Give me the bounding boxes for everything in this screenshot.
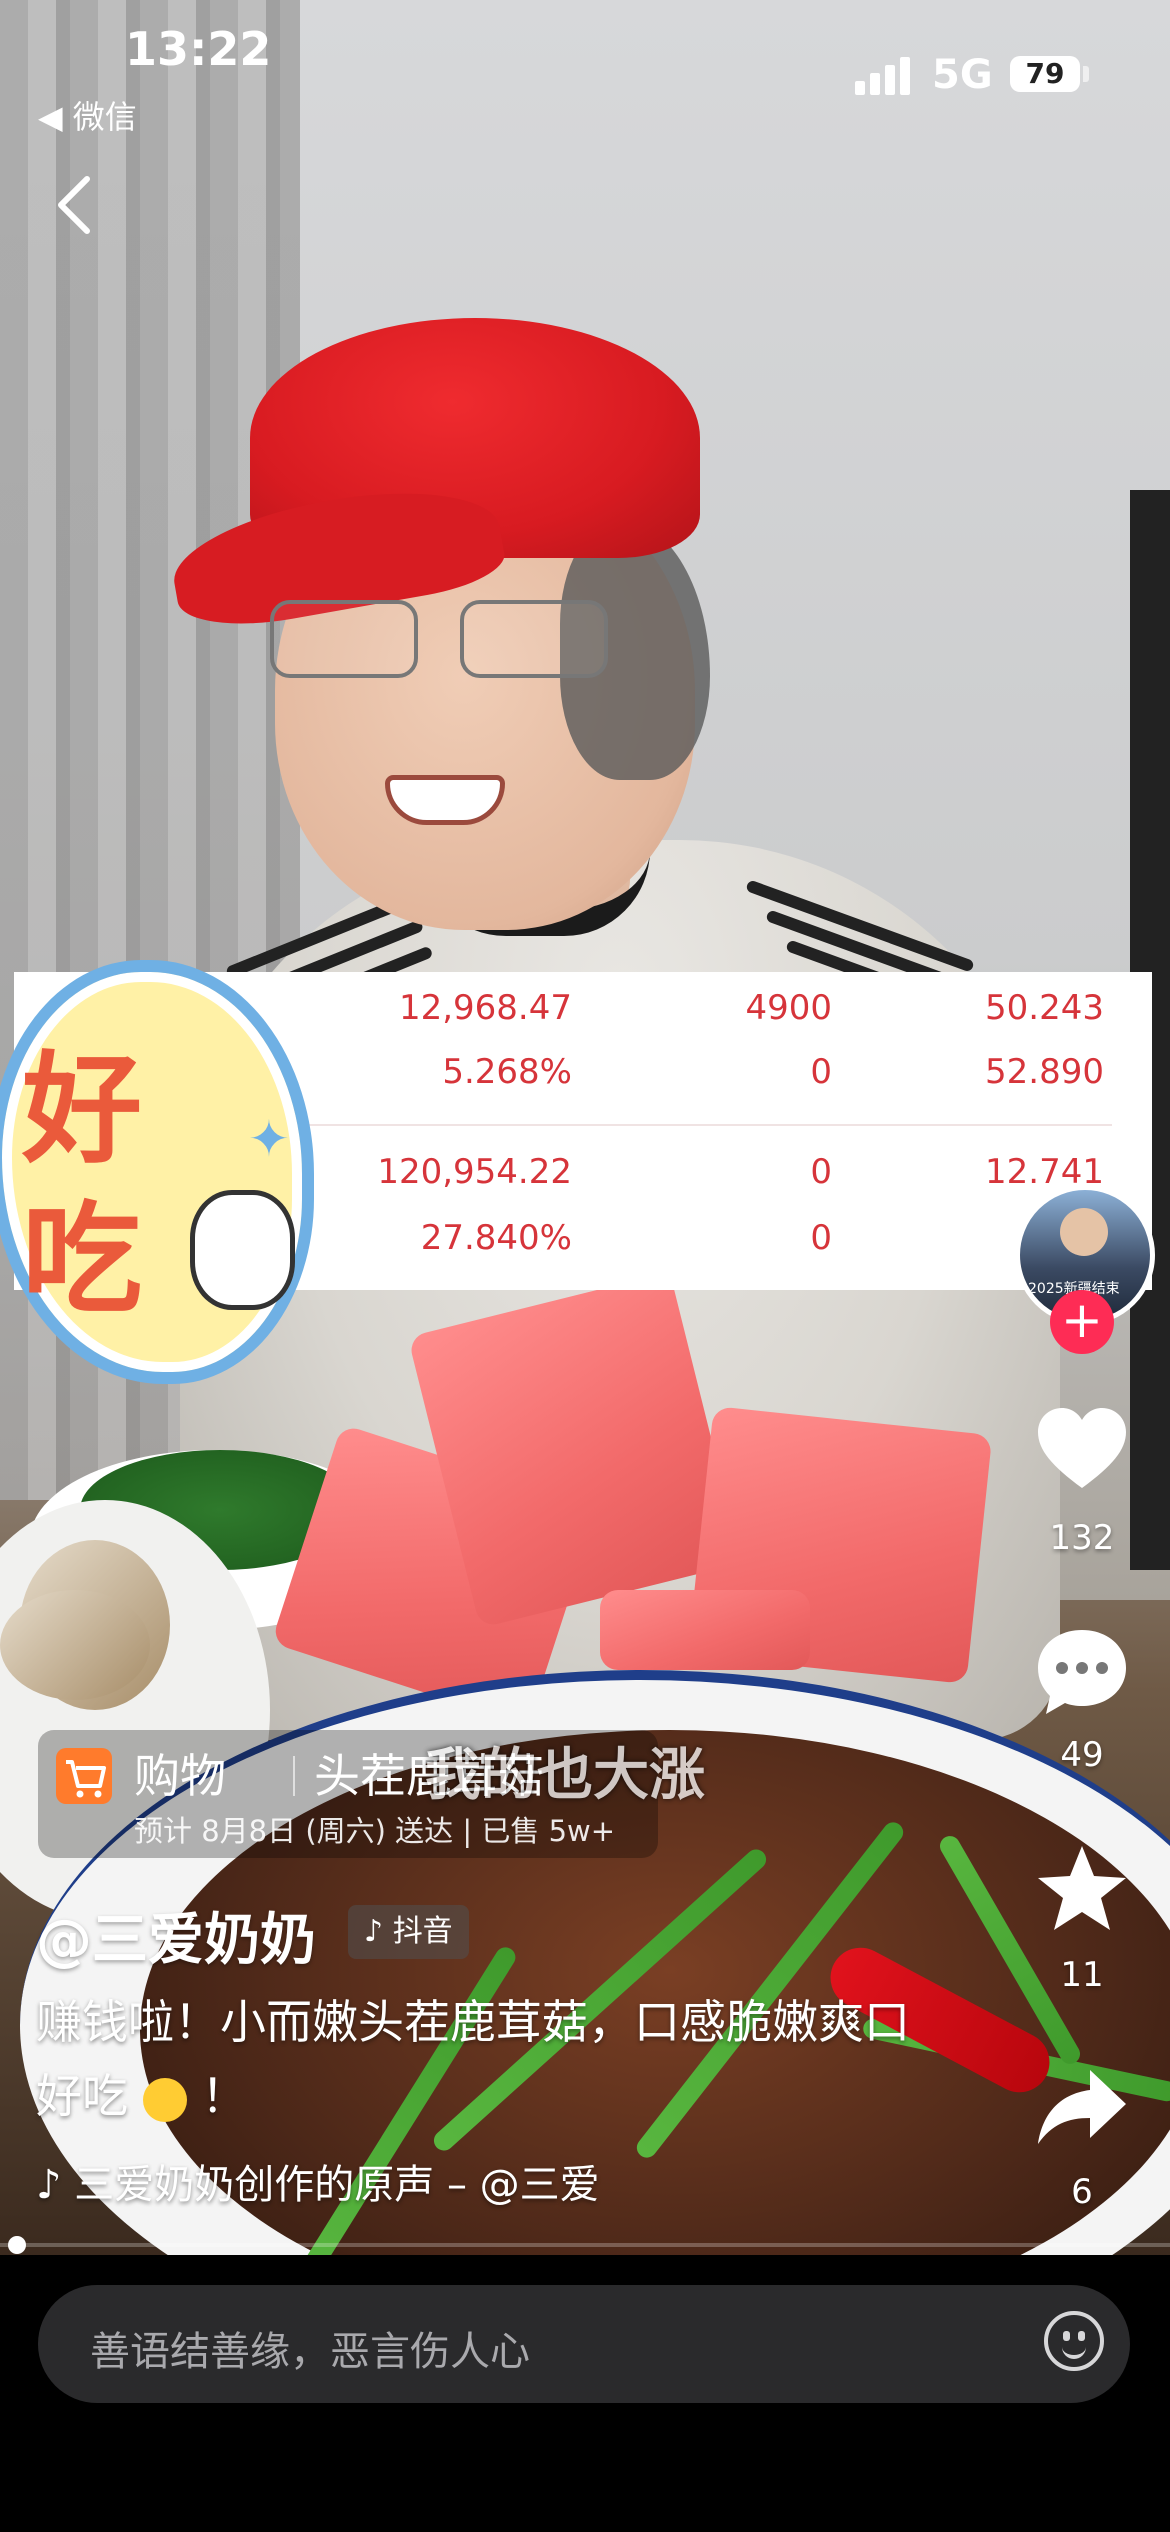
platform-badge-label: 抖音	[392, 1914, 453, 1949]
glasses-lens-right	[460, 600, 608, 678]
battery-tip	[1083, 66, 1089, 82]
emoji-picker-icon[interactable]	[1044, 2311, 1104, 2371]
data-value: 0	[810, 1152, 832, 1192]
smile	[385, 775, 505, 825]
data-value: 27.840%	[420, 1218, 572, 1258]
music-credit[interactable]: ♪ 三爱奶奶创作的原声 – @三爱	[36, 2152, 600, 2210]
platform-badge: ♪ 抖音	[348, 1905, 469, 1959]
glasses	[270, 600, 630, 680]
video-progress-bar[interactable]	[0, 2243, 1170, 2247]
heart-icon[interactable]	[1032, 1400, 1132, 1500]
comment-input[interactable]: 善语结善缘，恶言伤人心	[38, 2285, 1130, 2403]
share-count: 6	[1071, 2172, 1093, 2212]
glasses-lens-left	[270, 600, 418, 678]
sticker-delicious: 好 吃	[0, 960, 314, 1384]
data-divider	[244, 1124, 1112, 1126]
comment-count: 49	[1060, 1735, 1104, 1775]
shopping-divider	[293, 1756, 295, 1796]
data-value: 12,968.47	[398, 988, 572, 1028]
comment-icon[interactable]	[1032, 1622, 1132, 1722]
data-value: 0	[810, 1052, 832, 1092]
sticker-text: 吃	[22, 1191, 142, 1330]
like-count: 132	[1049, 1518, 1115, 1558]
progress-handle[interactable]	[8, 2236, 26, 2254]
video-subtitle: 我的也大涨	[425, 1743, 705, 1808]
video-description[interactable]: 赚钱啦！小而嫩头茬鹿茸菇，口感脆嫩爽口好吃 ！	[36, 1985, 916, 2133]
sparkle-icon: ✦	[248, 1110, 290, 1168]
data-value: 50.243	[985, 988, 1104, 1028]
back-chevron-icon[interactable]	[55, 175, 95, 235]
battery-icon: 79	[1010, 56, 1080, 92]
yummy-face-icon	[142, 2077, 187, 2122]
data-value: 5.268%	[442, 1052, 572, 1092]
data-value: 4900	[745, 988, 832, 1028]
sticker-text: 好	[22, 1041, 142, 1180]
back-to-app-link[interactable]: ◀ 微信	[38, 92, 137, 138]
network-type: 5G	[932, 52, 993, 98]
star-icon[interactable]	[1032, 1840, 1132, 1940]
data-value: 120,954.22	[377, 1152, 572, 1192]
shopping-label: 购物	[134, 1749, 226, 1803]
signal-icon	[855, 55, 915, 95]
clam	[0, 1590, 150, 1700]
watermelon-piece	[600, 1590, 810, 1670]
data-value: 52.890	[985, 1052, 1104, 1092]
battery-level: 79	[1025, 57, 1065, 90]
favorite-count: 11	[1060, 1955, 1104, 1995]
thumbs-up-icon	[190, 1190, 295, 1310]
share-arrow-icon[interactable]	[1032, 2060, 1132, 2160]
status-time: 13:22	[125, 22, 272, 76]
description-tail: ！	[201, 2069, 248, 2123]
comment-placeholder: 善语结善缘，恶言伤人心	[90, 2329, 530, 2375]
data-value: 0	[810, 1218, 832, 1258]
author-name[interactable]: @三爱奶奶	[36, 1895, 316, 1976]
cart-icon	[56, 1748, 112, 1804]
follow-button[interactable]: +	[1050, 1290, 1114, 1354]
avatar-face	[1060, 1208, 1108, 1256]
delivery-and-sales: 预计 8月8日 (周六) 送达 | 已售 5w+	[134, 1814, 616, 1848]
